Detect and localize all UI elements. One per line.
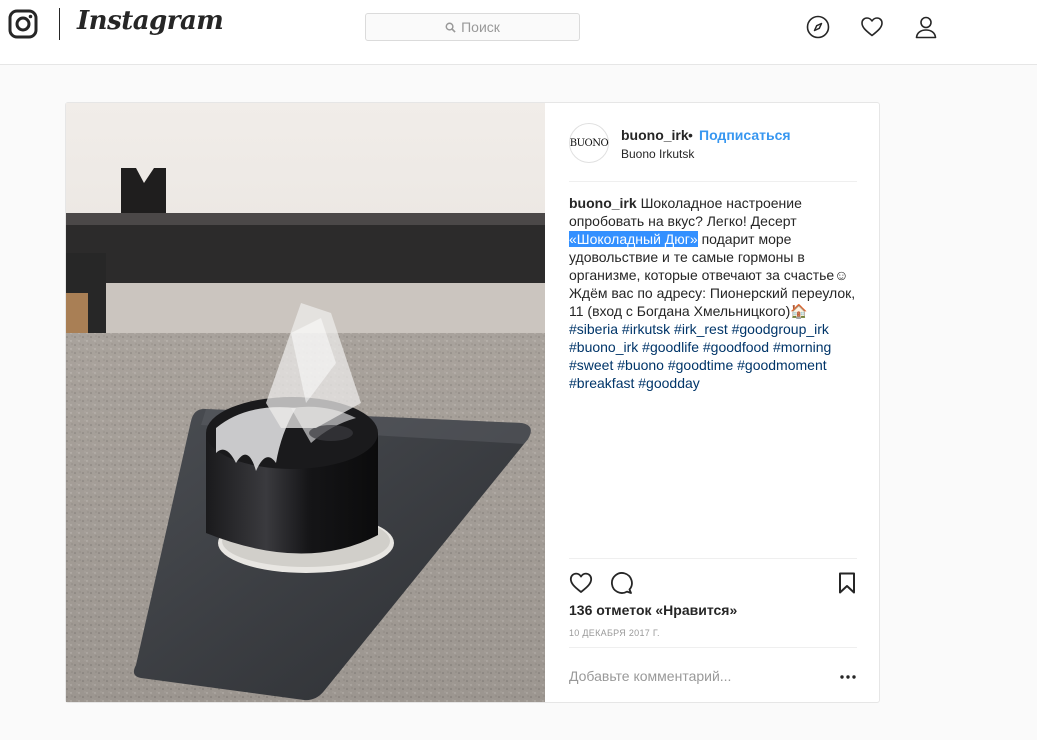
comment-bubble-icon[interactable]: [609, 571, 633, 595]
explore-compass-icon[interactable]: [806, 15, 830, 39]
post-card: BUONO buono_irk • Подписаться Buono Irku…: [65, 102, 880, 703]
search-input[interactable]: Поиск: [365, 13, 580, 41]
comment-input[interactable]: [569, 668, 819, 684]
post-photo[interactable]: [66, 103, 545, 702]
comment-bar: [569, 647, 857, 702]
search-placeholder: Поиск: [461, 19, 500, 35]
avatar[interactable]: BUONO: [569, 123, 609, 163]
post-actions: [569, 558, 857, 598]
bookmark-icon[interactable]: [835, 571, 859, 595]
post-username[interactable]: buono_irk: [621, 127, 689, 143]
follow-button[interactable]: Подписаться: [699, 127, 791, 143]
instagram-logo-icon[interactable]: [8, 9, 38, 39]
like-heart-icon[interactable]: [569, 571, 593, 595]
likes-count[interactable]: 136 отметок «Нравится»: [569, 602, 737, 618]
header-separator: •: [688, 127, 693, 143]
instagram-wordmark[interactable]: Instagram: [77, 6, 224, 36]
post-header: BUONO buono_irk • Подписаться Buono Irku…: [569, 103, 857, 182]
profile-icon[interactable]: [914, 15, 938, 39]
logo-divider: [59, 8, 60, 40]
search-icon: [445, 22, 456, 33]
caption-hashtags[interactable]: #siberia #irkutsk #irk_rest #goodgroup_i…: [569, 321, 831, 391]
post-sidebar: BUONO buono_irk • Подписаться Buono Irku…: [545, 103, 880, 702]
post-location[interactable]: Buono Irkutsk: [621, 147, 694, 161]
caption-highlight: «Шоколадный Дюг»: [569, 231, 698, 247]
activity-heart-icon[interactable]: [860, 15, 884, 39]
caption-username[interactable]: buono_irk: [569, 195, 637, 211]
top-nav: Instagram Поиск: [0, 0, 1037, 65]
more-options-icon[interactable]: [839, 670, 857, 684]
post-date[interactable]: 10 декабря 2017 г.: [569, 628, 660, 638]
post-caption: buono_irk Шоколадное настроение опробова…: [569, 194, 859, 392]
